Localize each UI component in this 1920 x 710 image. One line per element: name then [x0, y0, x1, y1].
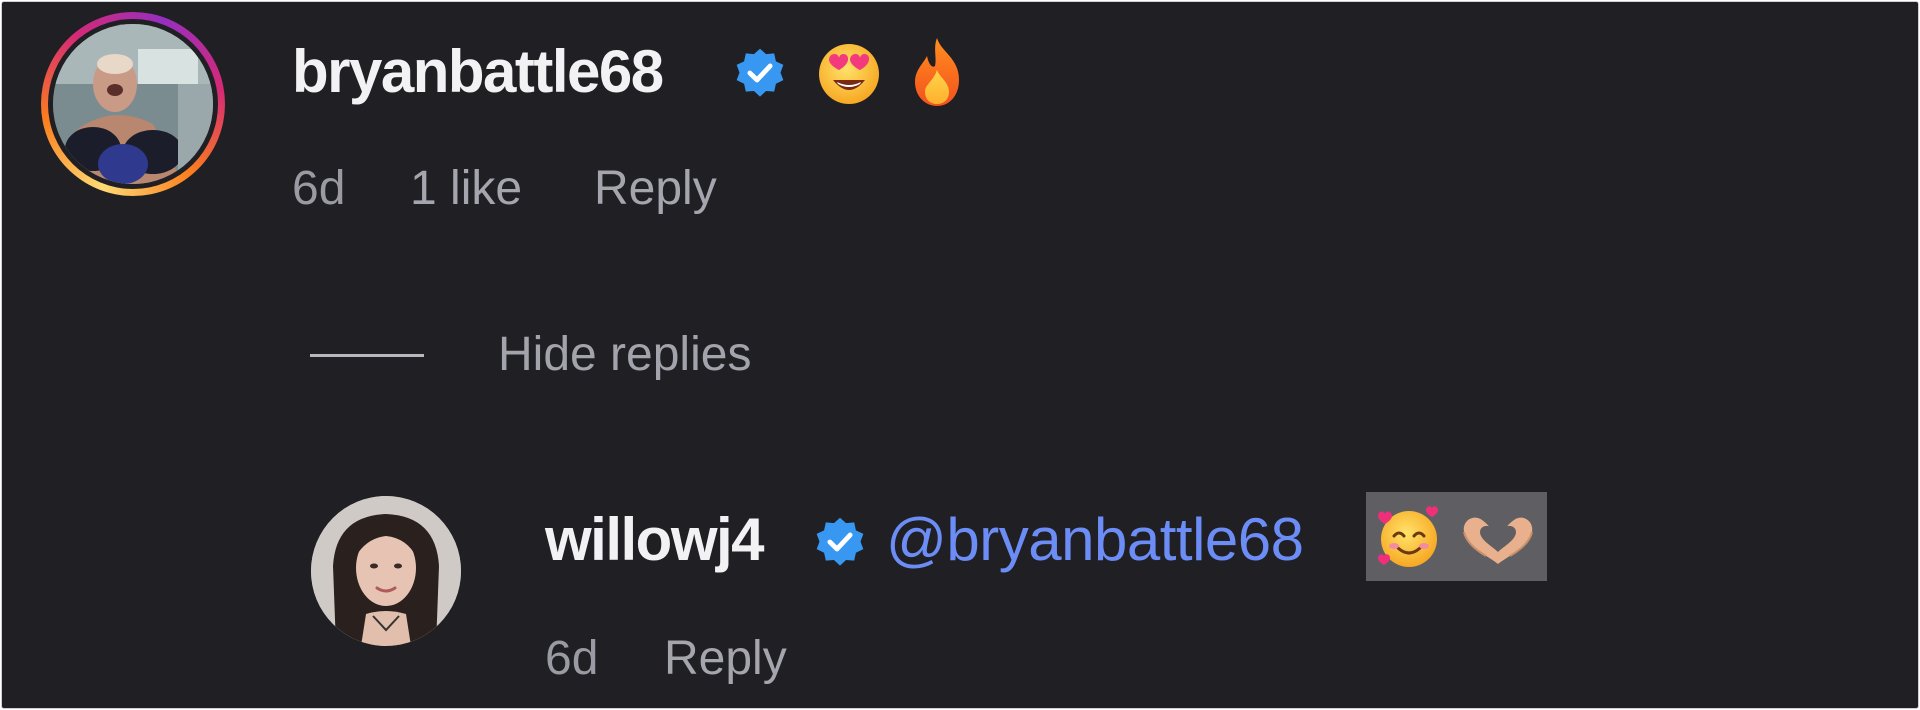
verified-badge-icon: [816, 517, 864, 566]
reply-time: 6d: [545, 632, 599, 685]
comment-username[interactable]: bryanbattle68: [292, 42, 664, 102]
verified-badge-icon: [736, 48, 784, 97]
fire-emoji-icon: [915, 38, 959, 106]
star-struck-emoji-icon: [819, 44, 879, 104]
reply-mention-link[interactable]: @bryanbattle68: [886, 510, 1304, 570]
hide-replies-divider: [310, 354, 424, 357]
avatar-bryanbattle68[interactable]: [53, 24, 213, 184]
heart-hands-emoji-icon: [1463, 517, 1533, 564]
story-ring[interactable]: [41, 12, 225, 196]
reply-reply-button[interactable]: Reply: [664, 635, 787, 683]
smiling-face-with-hearts-emoji-icon: [1378, 506, 1438, 567]
comment-likes[interactable]: 1 like: [410, 165, 522, 213]
avatar-willowj4[interactable]: [311, 496, 461, 646]
comment-reply-button[interactable]: Reply: [594, 165, 717, 213]
comment-thread: bryanbattle68 6d 1 like Reply Hide repli…: [1, 1, 1919, 709]
hide-replies-button[interactable]: Hide replies: [498, 331, 751, 379]
comment-time: 6d: [292, 162, 346, 215]
reply-username[interactable]: willowj4: [545, 510, 765, 570]
